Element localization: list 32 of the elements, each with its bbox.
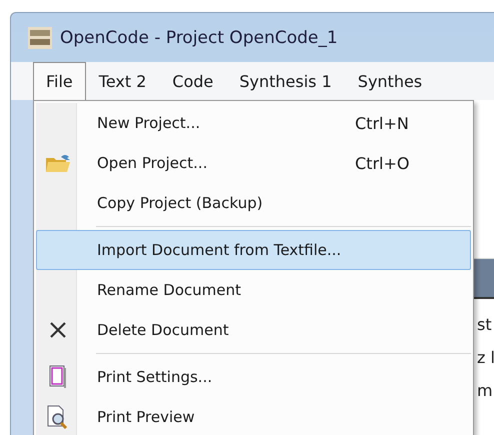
- menu-item[interactable]: Copy Project (Backup): [36, 183, 471, 223]
- menu-item[interactable]: Synthes: [344, 62, 436, 100]
- menu-item[interactable]: Code: [159, 62, 226, 100]
- text-fragment: st: [477, 315, 493, 334]
- page-setup-icon: [49, 365, 67, 389]
- menu-item-label: Delete Document: [97, 321, 229, 339]
- shortcut-label: Ctrl+N: [355, 114, 409, 132]
- menu-item[interactable]: File: [33, 62, 86, 100]
- menu-item[interactable]: Delete Document: [36, 310, 471, 350]
- menu-item-label: Copy Project (Backup): [97, 194, 263, 212]
- app-logo-icon: [28, 26, 52, 48]
- close-icon: [49, 321, 67, 339]
- menu-item-label: Open Project...: [97, 154, 208, 172]
- menu-item[interactable]: Text 2: [86, 62, 160, 100]
- print-preview-icon: [47, 405, 69, 429]
- text-fragment: z l: [477, 348, 494, 367]
- menu-item-label: New Project...: [97, 114, 200, 132]
- menu-item[interactable]: Print Preview: [36, 397, 471, 435]
- menu-item[interactable]: Import Document from Textfile...: [36, 230, 471, 270]
- menu-item[interactable]: New Project... Ctrl+N: [36, 103, 471, 143]
- menu-item[interactable]: Open Project... Ctrl+O: [36, 143, 471, 183]
- window-title: OpenCode - Project OpenCode_1: [60, 28, 338, 48]
- menu-item[interactable]: Synthesis 1: [226, 62, 345, 100]
- shortcut-label: Ctrl+O: [355, 154, 410, 172]
- menu-item-label: Print Settings...: [97, 368, 212, 386]
- menu-item[interactable]: Rename Document: [36, 270, 471, 310]
- menu-item-label: Print Preview: [97, 408, 195, 426]
- folder-icon: [45, 152, 71, 174]
- text-fragment: m: [477, 381, 494, 400]
- menu-item-label: Import Document from Textfile...: [97, 241, 342, 259]
- menu-item[interactable]: Print Settings...: [36, 357, 471, 397]
- menu-item-label: Rename Document: [97, 281, 241, 299]
